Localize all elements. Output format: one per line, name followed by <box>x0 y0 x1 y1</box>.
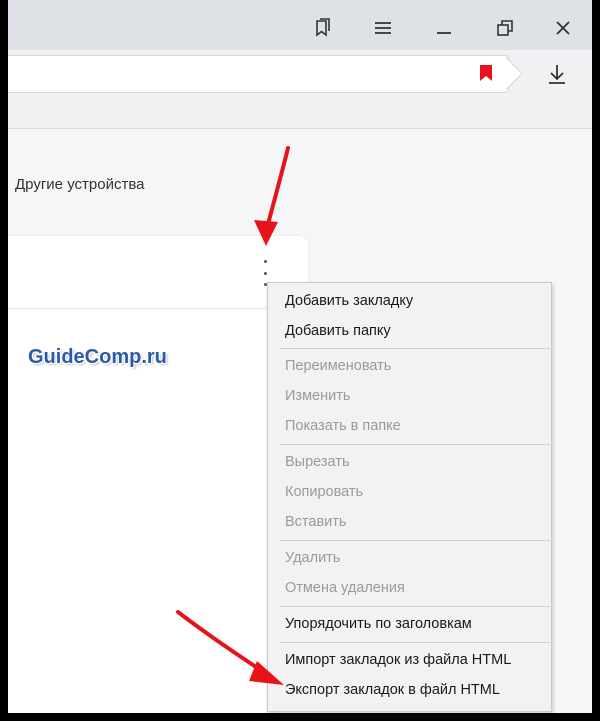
browser-window: Другие устройства GuideComp.ru Добавить … <box>8 0 592 713</box>
annotation-arrows <box>176 146 290 685</box>
arrow-to-export-item-icon <box>176 610 284 685</box>
arrow-to-kebab-icon <box>254 146 290 246</box>
